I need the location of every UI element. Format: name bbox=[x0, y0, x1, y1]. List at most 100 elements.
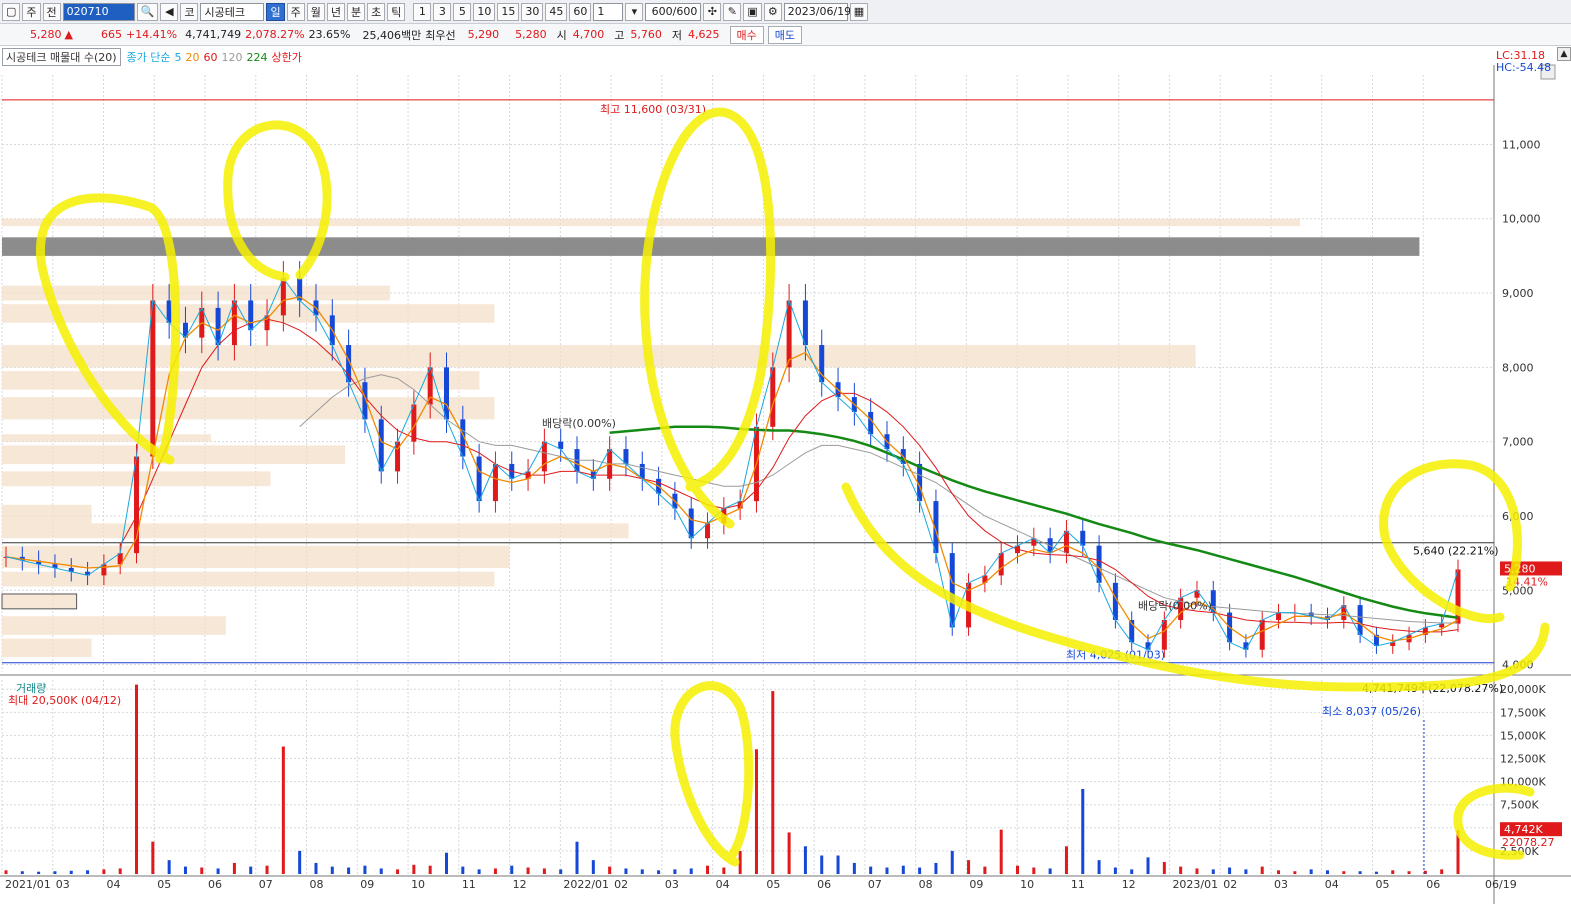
chart-legend: 시공테크 매물대 수(20) 종가 단순 5 20 60 120 224 상한가 bbox=[2, 48, 306, 66]
volume-bar bbox=[298, 850, 302, 874]
volume-bar bbox=[281, 746, 285, 874]
prev-button[interactable]: 전 bbox=[42, 2, 61, 21]
x-tick-label: 07 bbox=[259, 878, 273, 891]
volume-bar bbox=[135, 684, 139, 874]
legend-ma-60: 60 bbox=[203, 50, 218, 64]
period-button-5[interactable]: 초 bbox=[367, 2, 386, 21]
volume-bar bbox=[608, 866, 612, 874]
price-chart[interactable]: 2021/01 03 04 05 06 07 08 09 10 11 12 2022/01 02 03 04… bbox=[0, 47, 1571, 904]
sell-button[interactable]: 매도 bbox=[767, 25, 802, 44]
volume-bar bbox=[444, 852, 448, 874]
interval-button-30[interactable]: 30 bbox=[521, 2, 544, 21]
interval-button-1[interactable]: 1 bbox=[413, 2, 432, 21]
period-button-6[interactable]: 틱 bbox=[387, 2, 406, 21]
market-button[interactable]: 주 bbox=[22, 2, 41, 21]
save-icon[interactable]: ▣ bbox=[743, 2, 762, 21]
stock-code-input[interactable]: 020710 bbox=[62, 2, 135, 21]
period-button-2[interactable]: 월 bbox=[306, 2, 325, 21]
interval-button-3[interactable]: 3 bbox=[433, 2, 452, 21]
search-icon[interactable]: 🔍 bbox=[136, 2, 159, 21]
scroll-up-button[interactable]: ▲ bbox=[1557, 47, 1571, 61]
volume-tick-label: 15,000K bbox=[1500, 729, 1546, 742]
volume-tick-label: 20,000K bbox=[1500, 683, 1546, 696]
tools-icon[interactable]: ✣ bbox=[703, 2, 722, 21]
volume-profile-bar bbox=[2, 434, 211, 442]
volume-bar bbox=[820, 855, 824, 874]
volume-bar bbox=[1048, 868, 1052, 874]
period-button-1[interactable]: 주 bbox=[286, 2, 305, 21]
candle-body bbox=[770, 367, 776, 427]
stock-name-field[interactable]: 시공테크 bbox=[200, 2, 265, 21]
x-tick-label: 06/19 bbox=[1485, 878, 1517, 891]
volume-bar bbox=[542, 868, 546, 874]
chart-area[interactable]: 2021/01 03 04 05 06 07 08 09 10 11 12 2022/01 02 03 04… bbox=[0, 47, 1571, 904]
chart-icon[interactable]: ▢ bbox=[2, 2, 21, 21]
volume-bar bbox=[510, 865, 514, 874]
volume-bar bbox=[1228, 867, 1232, 874]
x-tick-label: 06 bbox=[1426, 878, 1440, 891]
x-tick-label: 03 bbox=[56, 878, 70, 891]
volume-profile-bar bbox=[2, 545, 510, 568]
volume-bar bbox=[216, 868, 220, 874]
interval-button-60[interactable]: 60 bbox=[569, 2, 592, 21]
count-field[interactable]: 600/600 bbox=[645, 2, 702, 21]
gear-icon[interactable]: ⚙ bbox=[763, 2, 782, 21]
period-button-4[interactable]: 분 bbox=[346, 2, 366, 21]
best-bid-value: 5,280 bbox=[515, 28, 547, 41]
interval-button-45[interactable]: 45 bbox=[545, 2, 568, 21]
draw-icon[interactable]: ✎ bbox=[723, 2, 742, 21]
open-label: 시 bbox=[556, 28, 567, 42]
candle-body bbox=[949, 553, 955, 628]
volume-bar bbox=[330, 866, 334, 874]
x-tick-label: 10 bbox=[411, 878, 425, 891]
chevron-down-icon[interactable]: ▾ bbox=[625, 2, 644, 21]
x-tick-label: 02 bbox=[1223, 878, 1237, 891]
calendar-icon[interactable]: ▦ bbox=[849, 2, 869, 21]
candle-body bbox=[280, 278, 286, 316]
y-tick-label: 8,000 bbox=[1502, 361, 1534, 374]
volume-bar bbox=[885, 867, 889, 874]
x-tick-label: 2021/01 bbox=[5, 878, 51, 891]
y-tick-label: 9,000 bbox=[1502, 287, 1534, 300]
resistance-annotation: 5,640 (22.21%) bbox=[1413, 545, 1499, 558]
interval-button-10[interactable]: 10 bbox=[473, 2, 496, 21]
legend-name[interactable]: 시공테크 매물대 수(20) bbox=[2, 48, 121, 66]
volume-profile-bar bbox=[2, 523, 629, 539]
period-button-0[interactable]: 일 bbox=[266, 2, 285, 21]
volume-tick-label: 7,500K bbox=[1500, 799, 1539, 812]
volume-bar bbox=[1064, 846, 1068, 874]
volume-bar bbox=[493, 868, 497, 874]
volume-bar bbox=[1162, 861, 1166, 874]
volume-bar bbox=[722, 867, 726, 874]
volume-bar bbox=[967, 860, 971, 874]
volume-bar bbox=[1097, 860, 1101, 874]
volume-bar bbox=[918, 867, 922, 874]
multiplier-input[interactable]: 1 bbox=[593, 2, 624, 21]
interval-button-15[interactable]: 15 bbox=[497, 2, 520, 21]
volume-bar bbox=[102, 869, 106, 874]
interval-button-5[interactable]: 5 bbox=[453, 2, 472, 21]
x-tick-label: 05 bbox=[766, 878, 780, 891]
period-button-3[interactable]: 년 bbox=[326, 2, 345, 21]
y-tick-label: 7,000 bbox=[1502, 436, 1534, 449]
volume-profile-bar bbox=[2, 285, 390, 301]
price-value: 5,280 bbox=[30, 28, 62, 41]
volume-bar bbox=[249, 866, 253, 874]
volume-bar bbox=[1130, 869, 1134, 874]
volume-bar bbox=[477, 869, 481, 874]
date-field[interactable]: 2023/06/19 bbox=[783, 2, 851, 21]
high-label: 고 bbox=[614, 28, 625, 42]
volume-bar bbox=[575, 841, 579, 874]
volume-current-pct: 22078.27 bbox=[1502, 836, 1555, 849]
volume-bar bbox=[754, 749, 758, 874]
open-value: 4,700 bbox=[572, 28, 605, 41]
x-tick-label: 05 bbox=[1375, 878, 1389, 891]
volume-bar bbox=[347, 867, 351, 874]
volume-bar bbox=[69, 870, 73, 874]
buy-button[interactable]: 매수 bbox=[729, 25, 764, 44]
amount-value: 25,406백만 bbox=[362, 28, 422, 42]
code-type-button[interactable]: 코 bbox=[180, 2, 199, 21]
change-value: 665 bbox=[100, 28, 122, 41]
speaker-icon[interactable]: ◀ bbox=[160, 2, 179, 21]
volume-bar bbox=[836, 855, 840, 874]
